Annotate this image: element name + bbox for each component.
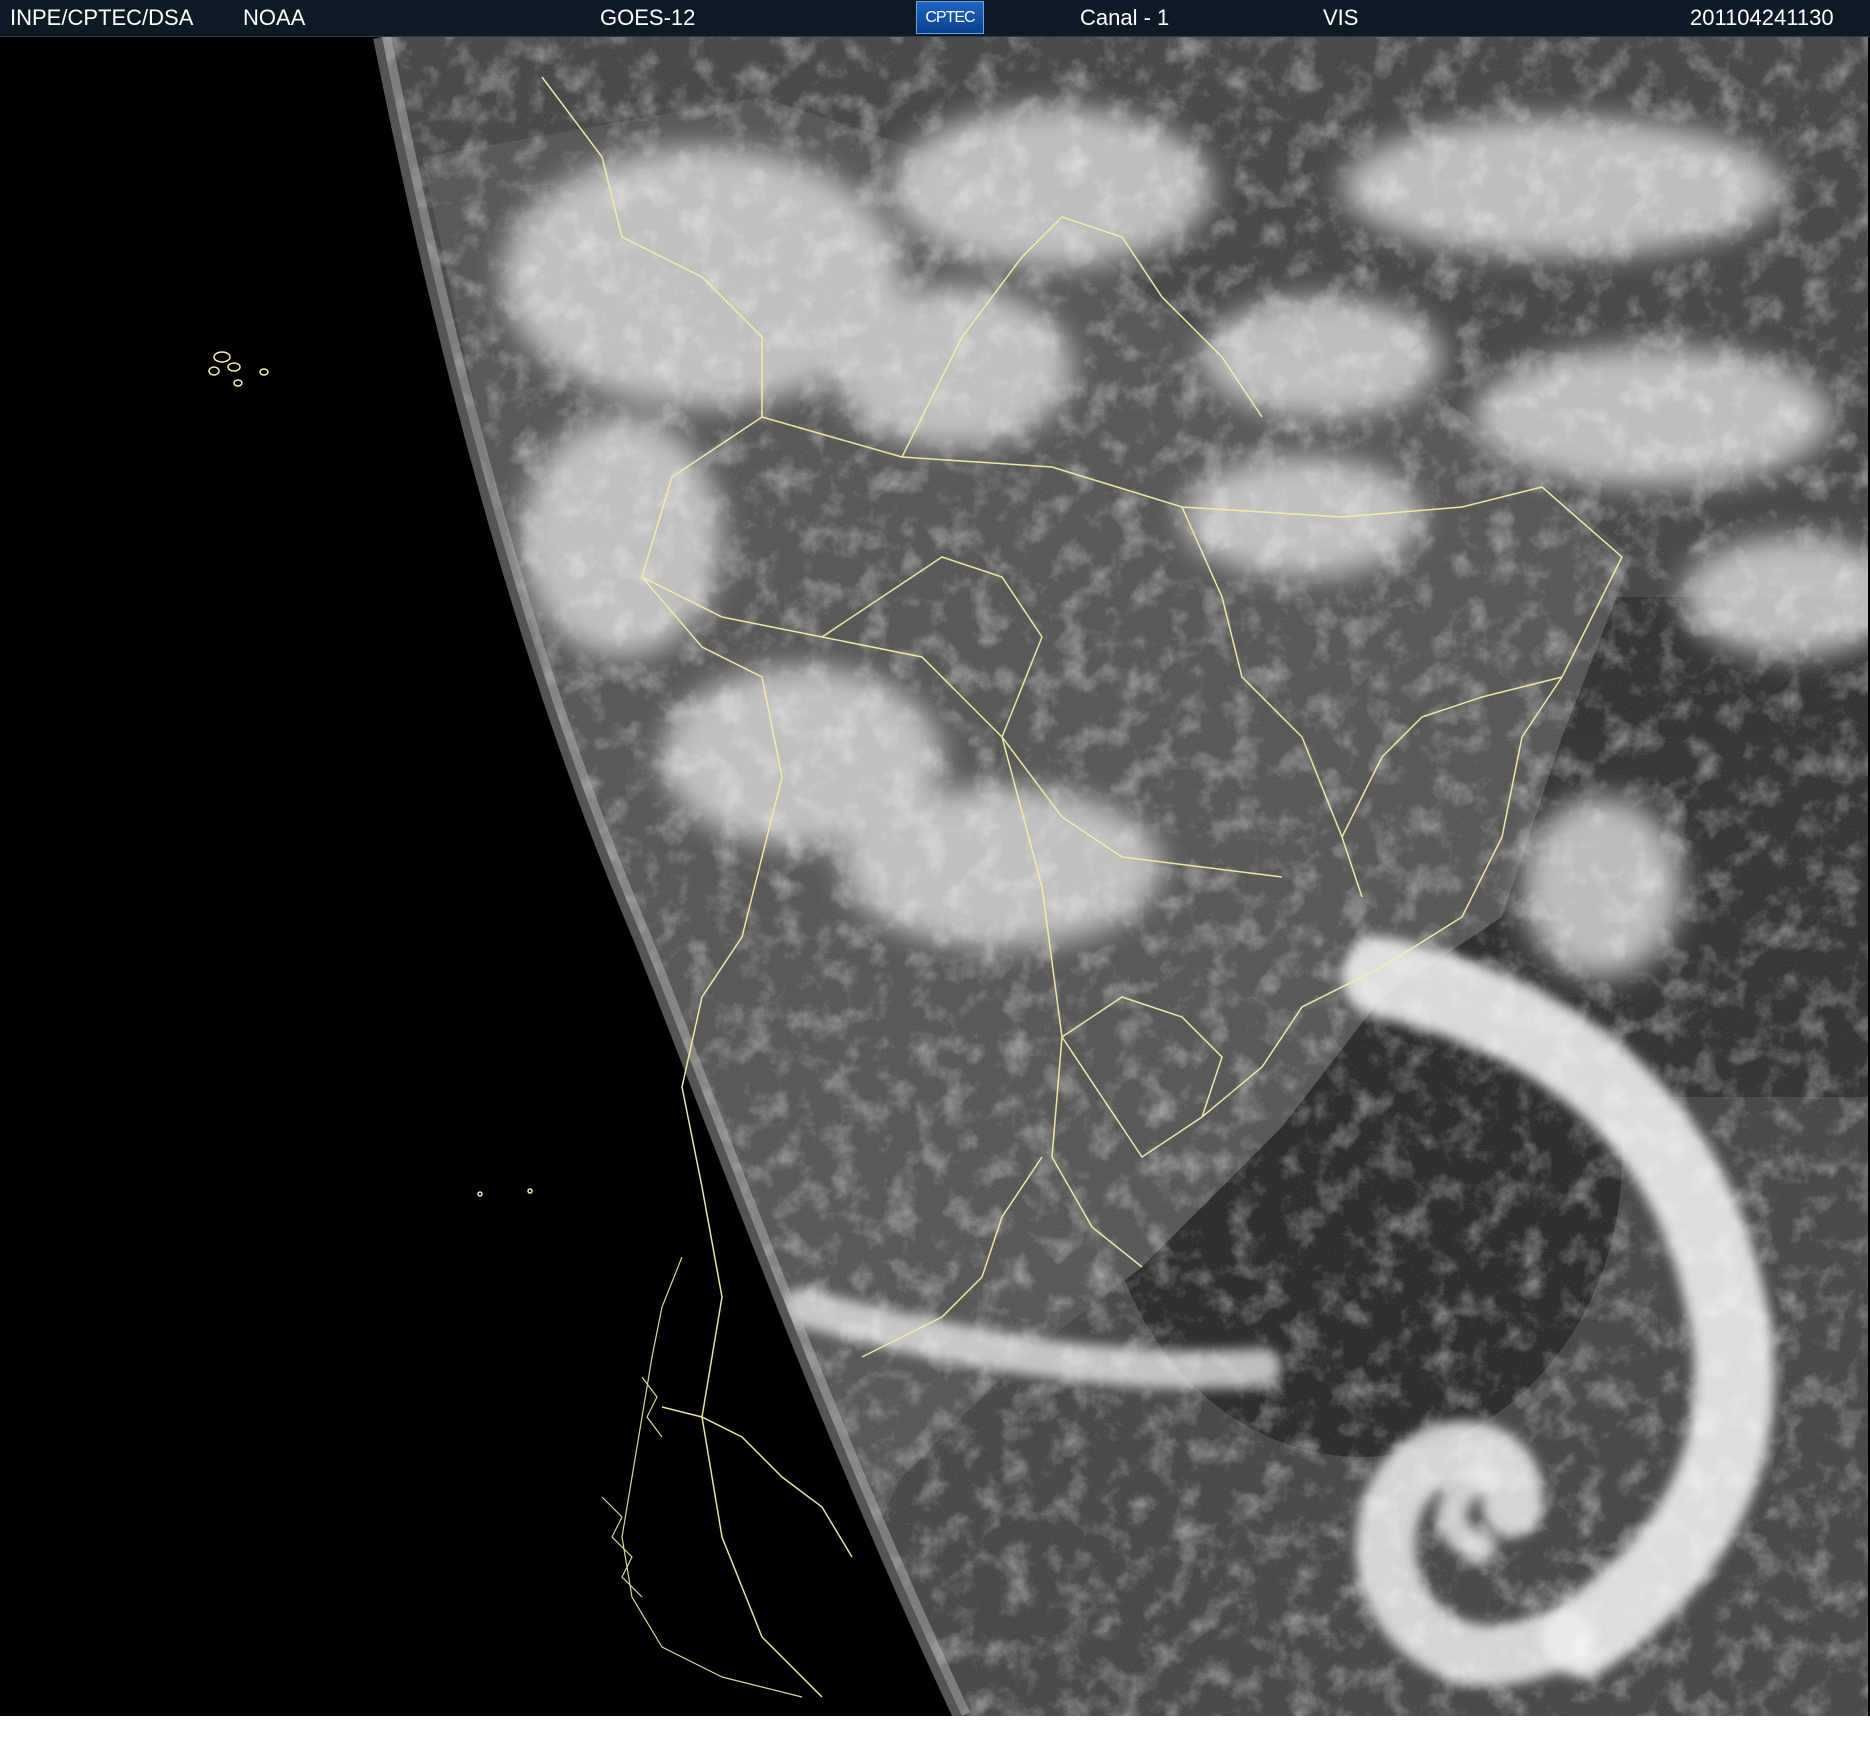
satellite-label: GOES-12 — [600, 5, 696, 30]
satellite-image — [2, 37, 1868, 1716]
header-bar: INPE/CPTEC/DSA NOAA GOES-12 CPTEC Canal … — [0, 0, 1870, 37]
cptec-logo: CPTEC — [916, 1, 984, 34]
agency-label: NOAA — [243, 5, 306, 30]
logo-text: CPTEC — [925, 9, 975, 26]
bottom-strip — [0, 1716, 1870, 1750]
timestamp-label: 201104241130 — [1690, 5, 1834, 30]
channel-label: Canal - 1 — [1080, 5, 1170, 30]
source-label: INPE/CPTEC/DSA — [10, 5, 194, 30]
satellite-earth-disk — [2, 37, 1868, 1716]
band-label: VIS — [1323, 5, 1359, 30]
